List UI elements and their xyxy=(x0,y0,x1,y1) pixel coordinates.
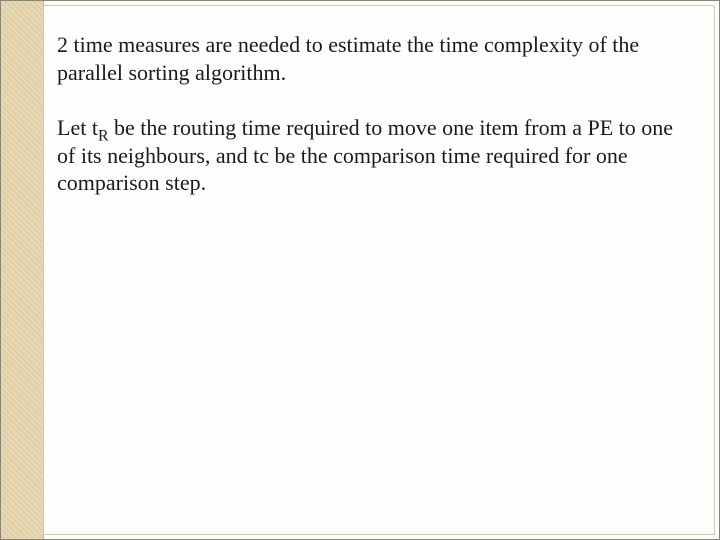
side-band-decoration xyxy=(1,1,44,539)
slide-content: 2 time measures are needed to estimate t… xyxy=(57,31,691,519)
paragraph-2-run-a: Let t xyxy=(57,115,98,140)
paragraph-2: Let tR be the routing time required to m… xyxy=(57,114,691,197)
paragraph-1: 2 time measures are needed to estimate t… xyxy=(57,31,691,86)
paragraph-2-run-b: be the routing time required to move one… xyxy=(57,115,673,195)
slide: 2 time measures are needed to estimate t… xyxy=(0,0,720,540)
